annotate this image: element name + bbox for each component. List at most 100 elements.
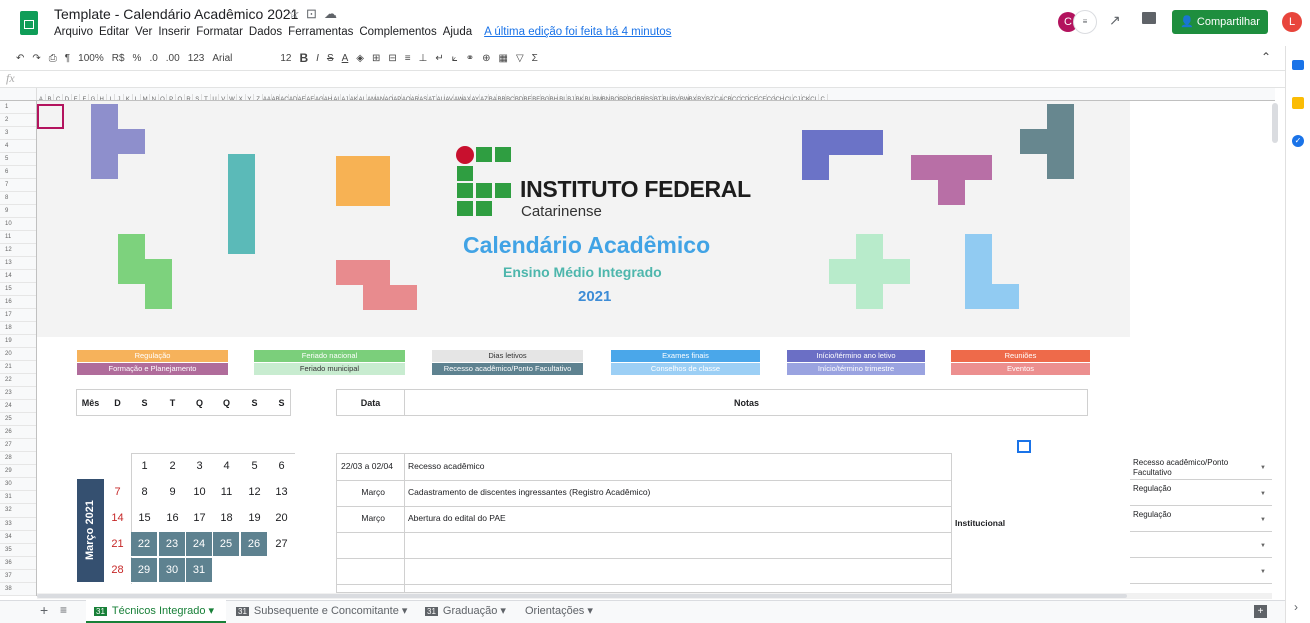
filter-icon[interactable]: ▽ bbox=[516, 53, 524, 64]
row-header-cell[interactable]: 1 bbox=[0, 101, 36, 115]
dropdown-arrow-icon[interactable]: ▼ bbox=[1260, 515, 1266, 525]
column-header-cell[interactable]: BB bbox=[497, 94, 507, 100]
column-header-cell[interactable]: AT bbox=[428, 94, 437, 100]
column-header-cell[interactable]: CJ bbox=[793, 94, 802, 100]
column-header-cell[interactable]: BW bbox=[680, 94, 690, 100]
category-dropdown[interactable]: ▼ bbox=[1130, 532, 1272, 558]
calendar-day[interactable]: 7 bbox=[104, 480, 131, 505]
paint-format-icon[interactable]: ¶ bbox=[65, 53, 70, 64]
column-header-cell[interactable]: K bbox=[124, 94, 133, 100]
row-header-cell[interactable]: 17 bbox=[0, 309, 36, 323]
column-header-cell[interactable]: D bbox=[63, 94, 72, 100]
column-header-cell[interactable]: AR bbox=[411, 94, 420, 100]
insert-chart-icon[interactable]: ▦ bbox=[499, 53, 508, 64]
column-header-cell[interactable]: G bbox=[89, 94, 98, 100]
all-sheets-icon[interactable]: ≡ bbox=[60, 603, 67, 617]
text-wrap-icon[interactable]: ↵ bbox=[435, 53, 443, 64]
column-header-cell[interactable]: C bbox=[819, 94, 828, 100]
row-header-cell[interactable]: 7 bbox=[0, 179, 36, 193]
row-header-cell[interactable]: 13 bbox=[0, 257, 36, 271]
move-folder-icon[interactable]: ⊡ bbox=[306, 6, 317, 22]
anonymous-viewer-icon[interactable]: ≡ bbox=[1073, 10, 1097, 34]
column-header-cell[interactable]: U bbox=[211, 94, 220, 100]
column-header-cell[interactable]: F bbox=[80, 94, 90, 100]
calendar-day[interactable]: 18 bbox=[213, 506, 240, 531]
row-header-cell[interactable]: 21 bbox=[0, 361, 36, 375]
column-header-cell[interactable]: BI bbox=[558, 94, 567, 100]
column-header-cell[interactable]: CD bbox=[741, 94, 750, 100]
row-header-cell[interactable]: 6 bbox=[0, 166, 36, 180]
column-header-cell[interactable]: AM bbox=[367, 94, 376, 100]
functions-icon[interactable]: Σ bbox=[532, 53, 538, 64]
calendar-day[interactable]: 11 bbox=[213, 480, 240, 505]
bold-button[interactable]: B bbox=[300, 51, 309, 65]
column-header-cell[interactable]: AZ bbox=[480, 94, 489, 100]
calendar-day[interactable]: 20 bbox=[268, 506, 295, 531]
column-header-cell[interactable]: BH bbox=[550, 94, 559, 100]
column-header-cell[interactable]: Y bbox=[246, 94, 255, 100]
row-header-cell[interactable]: 16 bbox=[0, 296, 36, 310]
calendar-day[interactable]: 10 bbox=[186, 480, 213, 505]
column-header-cell[interactable]: BP bbox=[619, 94, 628, 100]
menu-editar[interactable]: Editar bbox=[99, 26, 129, 38]
column-header-cell[interactable]: I bbox=[107, 94, 116, 100]
row-header-cell[interactable]: 23 bbox=[0, 387, 36, 401]
column-header-cell[interactable]: AQ bbox=[402, 94, 411, 100]
column-header[interactable]: A B C D E F G H I J K L M N O P Q R S T U V W X Y Z AAABACADAEAFAG… bbox=[0, 88, 1275, 101]
redo-icon[interactable]: ↷ bbox=[32, 53, 40, 64]
column-header-cell[interactable]: CH bbox=[775, 94, 785, 100]
calendar-day[interactable]: 14 bbox=[104, 506, 131, 531]
row-header-cell[interactable]: 20 bbox=[0, 348, 36, 362]
column-header-cell[interactable]: AG bbox=[315, 94, 324, 100]
calendar-day[interactable]: 5 bbox=[241, 454, 268, 479]
column-header-cell[interactable]: BD bbox=[515, 94, 524, 100]
column-header-cell[interactable]: CE bbox=[749, 94, 759, 100]
column-header-cell[interactable]: CA bbox=[715, 94, 724, 100]
print-icon[interactable]: ⎙ bbox=[49, 53, 57, 64]
tab-orientacoes[interactable]: Orientações ▾ bbox=[525, 604, 593, 617]
row-header-cell[interactable]: 11 bbox=[0, 231, 36, 245]
row-header-cell[interactable]: 3 bbox=[0, 127, 36, 141]
dropdown-arrow-icon[interactable]: ▼ bbox=[1260, 463, 1266, 473]
column-header-cell[interactable]: BY bbox=[697, 94, 706, 100]
column-header-cell[interactable]: S bbox=[193, 94, 203, 100]
row-header-cell[interactable]: 12 bbox=[0, 244, 36, 258]
column-header-cell[interactable]: AV bbox=[445, 94, 454, 100]
dropdown-arrow-icon[interactable]: ▼ bbox=[1260, 541, 1266, 551]
tab-tecnicos-integrado[interactable]: 31 Técnicos Integrado ▾ bbox=[86, 600, 226, 623]
column-header-cell[interactable]: N bbox=[150, 94, 159, 100]
row-header-cell[interactable]: 27 bbox=[0, 439, 36, 453]
column-header-cell[interactable]: R bbox=[185, 94, 194, 100]
note-text[interactable]: Recesso acadêmico bbox=[408, 454, 485, 479]
row-header-cell[interactable]: 35 bbox=[0, 544, 36, 557]
text-rotate-icon[interactable]: ⟀ bbox=[452, 53, 458, 64]
date-header[interactable]: Data bbox=[336, 390, 405, 416]
column-header-cell[interactable]: BR bbox=[636, 94, 646, 100]
tab-graduacao[interactable]: 31 Graduação ▾ bbox=[425, 604, 506, 617]
calendar-day[interactable] bbox=[104, 454, 131, 479]
column-header-cell[interactable]: B bbox=[46, 94, 55, 100]
borders-icon[interactable]: ⊞ bbox=[372, 53, 380, 64]
add-sheet-icon[interactable]: + bbox=[40, 602, 48, 618]
calendar-day[interactable]: 19 bbox=[241, 506, 268, 531]
column-header-cell[interactable]: V bbox=[219, 94, 229, 100]
note-text[interactable]: Cadastramento de discentes ingressantes … bbox=[408, 480, 650, 505]
row-header-cell[interactable]: 38 bbox=[0, 583, 36, 596]
calendar-day[interactable]: 3 bbox=[186, 454, 213, 479]
column-header-cell[interactable]: BQ bbox=[628, 94, 637, 100]
insert-link-icon[interactable]: ⚭ bbox=[466, 53, 474, 64]
calendar-day[interactable] bbox=[241, 558, 268, 583]
menu-ver[interactable]: Ver bbox=[135, 26, 152, 38]
horizontal-align-icon[interactable]: ≡ bbox=[405, 53, 411, 64]
column-header-cell[interactable]: AE bbox=[298, 94, 307, 100]
share-button[interactable]: 👤 Compartilhar bbox=[1172, 10, 1268, 34]
italic-button[interactable]: I bbox=[316, 53, 319, 64]
calendar-day[interactable]: 31 bbox=[186, 558, 213, 583]
column-header-cell[interactable]: W bbox=[228, 94, 237, 100]
column-header-cell[interactable]: BT bbox=[654, 94, 663, 100]
menu-ajuda[interactable]: Ajuda bbox=[443, 26, 472, 38]
decrease-decimal-button[interactable]: .0 bbox=[149, 53, 157, 64]
tasks-icon[interactable]: ✓ bbox=[1292, 135, 1304, 147]
dropdown-arrow-icon[interactable]: ▼ bbox=[1260, 567, 1266, 577]
sheets-logo-icon[interactable] bbox=[20, 11, 38, 35]
